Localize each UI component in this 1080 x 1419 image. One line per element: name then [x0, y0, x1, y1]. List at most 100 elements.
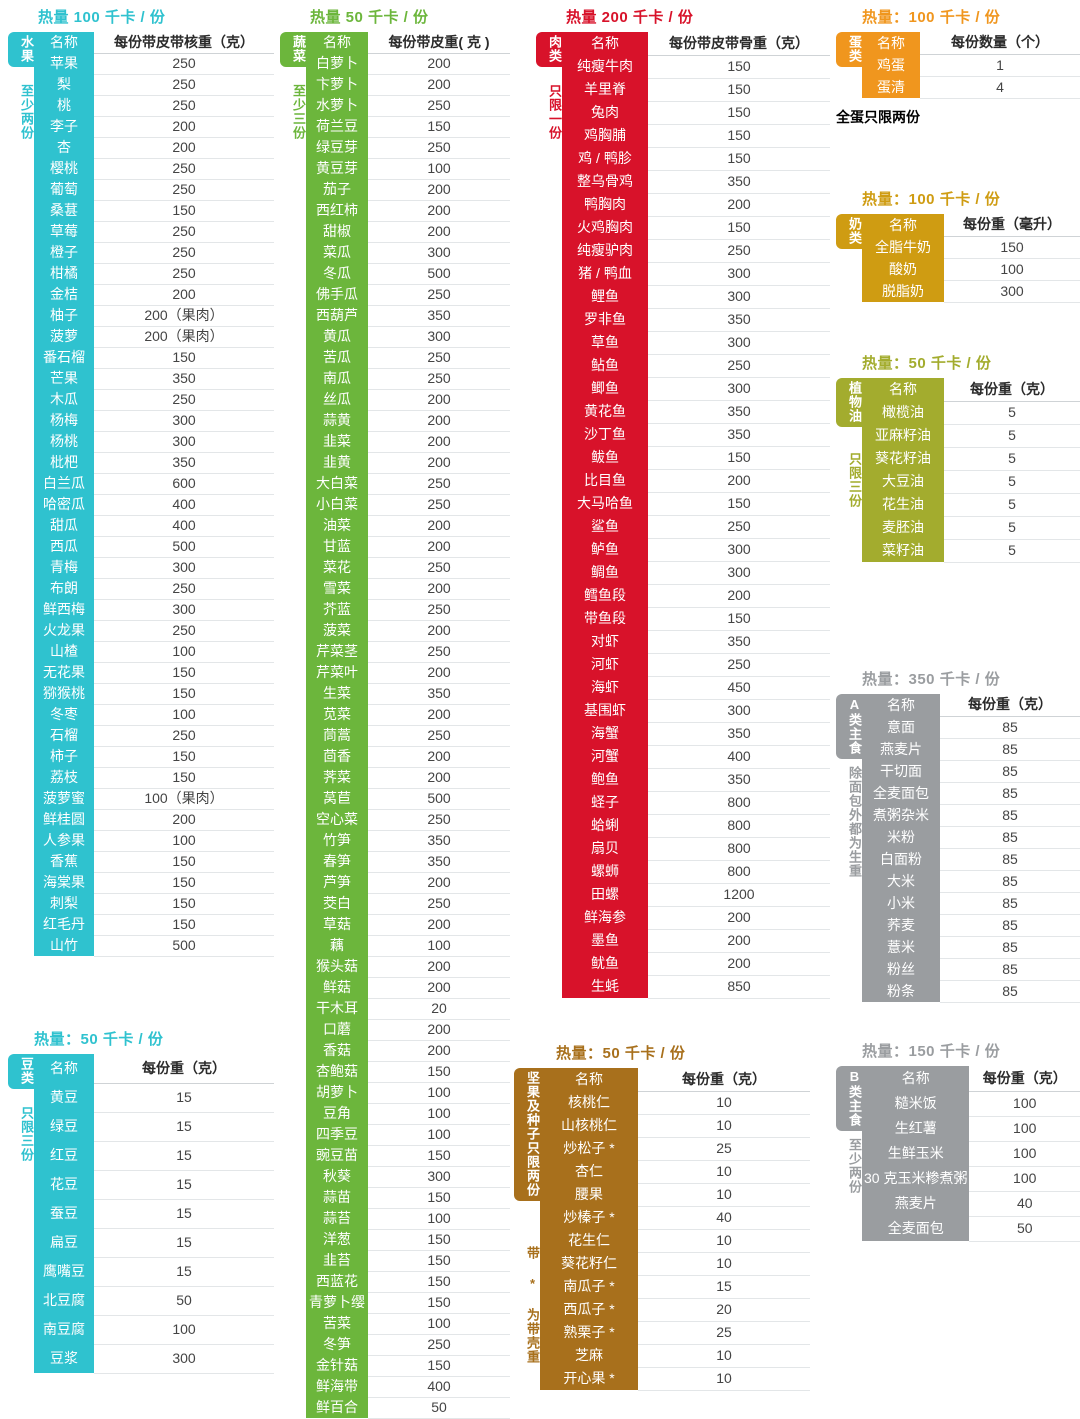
cell-portion-value: 400 [94, 494, 274, 516]
cell-food-name: 菜花 [306, 557, 368, 578]
table-row: 韭菜 200 [306, 431, 510, 453]
cell-food-name: 洋葱 [306, 1229, 368, 1250]
table-row: 茼蒿 250 [306, 725, 510, 747]
cell-portion-value: 350 [94, 452, 274, 474]
bean-tab-note: 只限三份 [19, 1106, 34, 1162]
cell-portion-value: 100 [368, 1313, 510, 1335]
cell-food-name: 鲜西梅 [34, 599, 94, 620]
cell-portion-value: 200 [648, 906, 830, 930]
table-row: 粉丝 85 [862, 958, 1080, 981]
cell-portion-value: 250 [368, 725, 510, 747]
cell-food-name: 丝瓜 [306, 389, 368, 410]
cell-food-name: 大米 [862, 870, 940, 892]
cell-portion-value: 150 [94, 851, 274, 873]
cell-portion-value: 200 [94, 137, 274, 159]
nut-table-body: 名称 每份重（克） 核桃仁 10 山核桃仁 10 炒松子 * 25 杏仁 10 腰果 10 炒榛子 * 4… [540, 1068, 810, 1391]
cell-food-name: 鲜海参 [562, 906, 648, 929]
cell-portion-value: 200 [368, 914, 510, 936]
table-row: 大米 85 [862, 870, 1080, 893]
cell-portion-value: 150 [368, 1061, 510, 1083]
table-row: 南豆腐 100 [34, 1315, 274, 1345]
egg-side-tab: 蛋类 [836, 32, 862, 99]
cell-food-name: 绿豆 [34, 1112, 94, 1141]
cell-food-name: 红豆 [34, 1141, 94, 1170]
cell-food-name: 西瓜 [34, 536, 94, 557]
table-row: 带鱼段 150 [562, 607, 830, 631]
table-row: 小白菜 250 [306, 494, 510, 516]
table-row: 桃 250 [34, 95, 274, 117]
cell-portion-value: 200 [368, 662, 510, 684]
cell-food-name: 山竹 [34, 935, 94, 956]
table-row: 鲜西梅 300 [34, 599, 274, 621]
table-row: 螺蛳 800 [562, 860, 830, 884]
cell-food-name: 猕猴桃 [34, 683, 94, 704]
cell-portion-value: 10 [638, 1183, 810, 1207]
cell-food-name: 油菜 [306, 515, 368, 536]
table-row: 梨 250 [34, 74, 274, 96]
cell-portion-value: 100 [368, 935, 510, 957]
table-row: 酸奶 100 [862, 258, 1080, 281]
cell-food-name: 墨鱼 [562, 929, 648, 952]
table-row: 青萝卜缨 150 [306, 1292, 510, 1314]
cell-portion-value: 250 [368, 893, 510, 915]
cell-food-name: 鲈鱼 [562, 538, 648, 561]
cell-food-name: 螺蛳 [562, 860, 648, 883]
cell-food-name: 苦瓜 [306, 347, 368, 368]
cell-food-name: 葵花籽油 [862, 447, 944, 470]
cell-portion-value: 5 [944, 539, 1080, 563]
cell-portion-value: 150 [94, 914, 274, 936]
cell-portion-value: 200 [368, 74, 510, 96]
cell-portion-value: 200 [368, 452, 510, 474]
column-header-value: 每份重（克） [944, 378, 1080, 402]
cell-portion-value: 300 [944, 280, 1080, 303]
cell-portion-value: 200 [368, 536, 510, 558]
table-row: 鲫鱼 300 [562, 377, 830, 401]
cell-portion-value: 150 [368, 1229, 510, 1251]
vegetable-table: 名称 每份带皮重( 克 ) 白萝卜 200 卞萝卜 200 水萝卜 250 荷兰豆 150 绿豆芽 2… [306, 32, 510, 1419]
table-row: 田螺 1200 [562, 883, 830, 907]
cell-portion-value: 150 [648, 55, 830, 79]
table-row: 米粉 85 [862, 826, 1080, 849]
cell-portion-value: 600 [94, 473, 274, 495]
cell-portion-value: 200 [368, 221, 510, 243]
grain-a-tab-label: A类主食 [836, 694, 862, 759]
grain-a-calorie-title: 热量：350 千卡 / 份 [862, 671, 1001, 688]
cell-portion-value: 200 [368, 620, 510, 642]
cell-food-name: 燕麦片 [862, 738, 940, 760]
cell-food-name: 木瓜 [34, 389, 94, 410]
milk-side-tab: 奶类 [836, 214, 862, 303]
column-header-value: 每份重（克） [94, 1054, 274, 1084]
cell-food-name: 鲍鱼 [562, 768, 648, 791]
cell-food-name: 茭白 [306, 893, 368, 914]
cell-food-name: 草鱼 [562, 331, 648, 354]
cell-food-name: 熟栗子 * [540, 1321, 638, 1344]
cell-portion-value: 150 [648, 147, 830, 171]
table-row: 鲜菇 200 [306, 977, 510, 999]
table-row: 橄榄油 5 [862, 401, 1080, 425]
cell-portion-value: 300 [648, 331, 830, 355]
egg-tab-label: 蛋类 [836, 32, 862, 67]
table-row: 杨梅 300 [34, 410, 274, 432]
cell-portion-value: 150 [648, 101, 830, 125]
table-row: 杏 200 [34, 137, 274, 159]
table-row: 香蕉 150 [34, 851, 274, 873]
table-row: 北豆腐 50 [34, 1286, 274, 1316]
oil-table-body: 名称 每份重（克） 橄榄油 5 亚麻籽油 5 葵花籽油 5 大豆油 5 花生油 5 麦胚油 5 菜籽油 5 [862, 378, 1080, 563]
cell-food-name: 水萝卜 [306, 95, 368, 116]
grain-b-calorie-title: 热量：150 千卡 / 份 [862, 1043, 1001, 1060]
cell-food-name: 芒果 [34, 368, 94, 389]
oil-side-tab: 植物油 只限三份 [836, 378, 862, 563]
cell-portion-value: 5 [944, 493, 1080, 517]
cell-portion-value: 15 [94, 1228, 274, 1258]
table-row: 鲷鱼 300 [562, 561, 830, 585]
cell-food-name: 秋葵 [306, 1166, 368, 1187]
cell-food-name: 苋菜 [306, 704, 368, 725]
milk-tab-label: 奶类 [836, 214, 862, 249]
oil-calorie-title: 热量：50 千卡 / 份 [862, 355, 992, 372]
cell-food-name: 海棠果 [34, 872, 94, 893]
cell-portion-value: 85 [940, 716, 1080, 739]
cell-portion-value: 10 [638, 1367, 810, 1391]
cell-food-name: 荷兰豆 [306, 116, 368, 137]
cell-food-name: 鲨鱼 [562, 515, 648, 538]
table-row: 苦瓜 250 [306, 347, 510, 369]
